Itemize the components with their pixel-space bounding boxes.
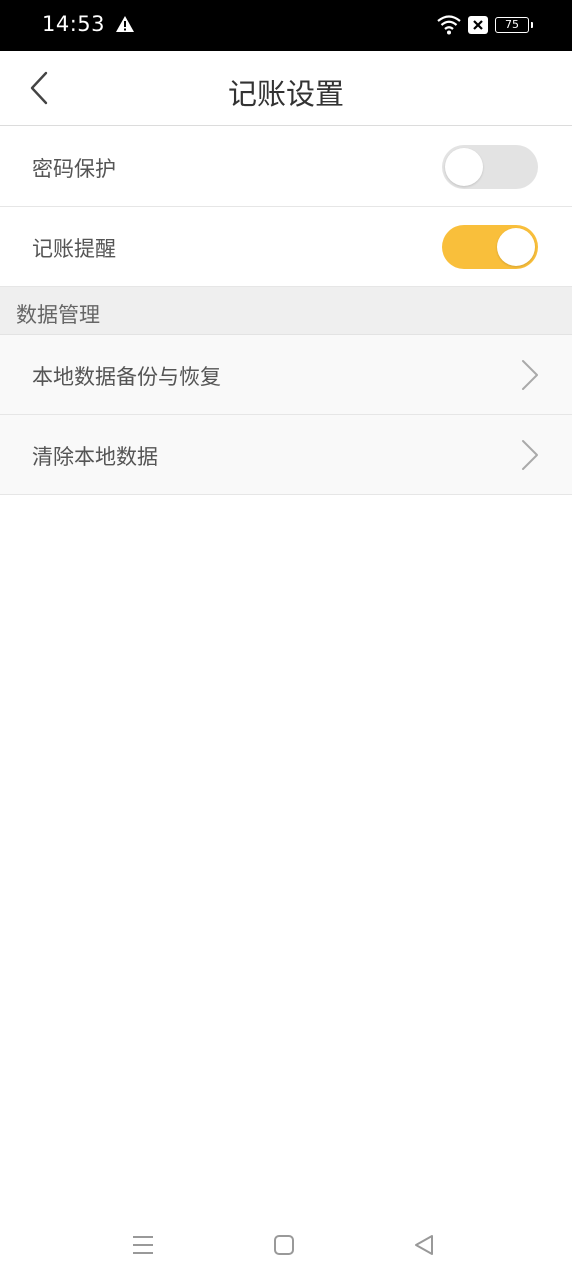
back-triangle-icon[interactable]: [413, 1234, 435, 1260]
backup-restore-label: 本地数据备份与恢复: [32, 365, 221, 389]
section-title: 数据管理: [16, 303, 100, 327]
settings-row-reminder: 记账提醒: [0, 207, 572, 287]
status-time: 14:53: [42, 12, 106, 36]
clear-data-label: 清除本地数据: [32, 445, 158, 469]
battery-icon: 75: [495, 17, 533, 33]
status-bar: 14:53 75: [0, 0, 572, 51]
section-header-data-management: 数据管理: [0, 287, 572, 335]
password-protect-label: 密码保护: [32, 157, 116, 181]
sim-no-signal-icon: [468, 16, 488, 38]
warning-icon: [115, 15, 135, 37]
wifi-icon: [436, 14, 462, 40]
settings-row-password: 密码保护: [0, 127, 572, 207]
chevron-right-icon: [520, 359, 540, 395]
system-nav-bar: [0, 1210, 572, 1280]
list-item-backup-restore[interactable]: 本地数据备份与恢复: [0, 335, 572, 415]
home-icon[interactable]: [273, 1234, 295, 1260]
menu-icon[interactable]: [131, 1234, 155, 1260]
chevron-right-icon: [520, 439, 540, 475]
toggle-knob: [497, 228, 535, 266]
reminder-toggle[interactable]: [442, 225, 538, 269]
password-protect-toggle[interactable]: [442, 145, 538, 189]
reminder-label: 记账提醒: [32, 237, 116, 261]
header-bar: 记账设置: [0, 51, 572, 126]
list-item-clear-local-data[interactable]: 清除本地数据: [0, 415, 572, 495]
toggle-knob: [445, 148, 483, 186]
page-title: 记账设置: [227, 77, 344, 111]
